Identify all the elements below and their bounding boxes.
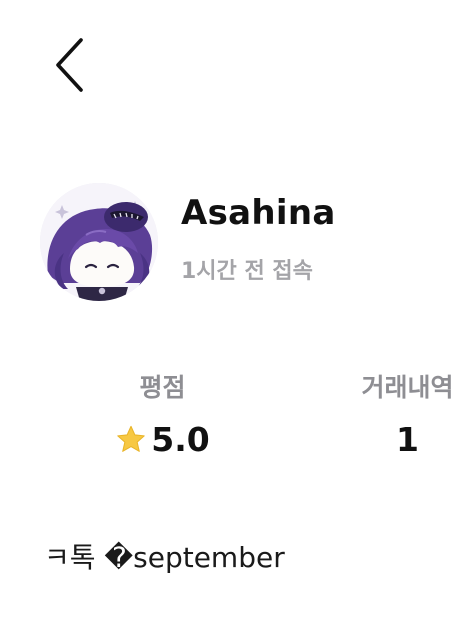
rating-label: 평점 bbox=[139, 373, 186, 402]
back-button[interactable] bbox=[40, 30, 100, 100]
chevron-left-icon bbox=[56, 38, 83, 92]
rating-stat[interactable]: 평점 5.0 bbox=[100, 370, 225, 460]
username: Asahina bbox=[181, 193, 336, 233]
bio-text: ㅋ톡 �september bbox=[44, 541, 285, 574]
last-seen-status: 1시간 전 접속 bbox=[181, 259, 313, 284]
trade-history-value-row: 1 bbox=[340, 420, 467, 460]
trade-history-label: 거래내역 bbox=[361, 373, 454, 402]
trade-history-stat[interactable]: 거래내역 1 bbox=[340, 370, 467, 460]
rating-value-row: 5.0 bbox=[100, 420, 225, 460]
character-avatar-image bbox=[40, 183, 158, 301]
profile-page: Asahina 1시간 전 접속 평점 5.0 거래내역 1 ㅋ톡 �septe… bbox=[0, 0, 467, 622]
trade-history-value: 1 bbox=[396, 420, 419, 459]
avatar[interactable] bbox=[40, 183, 158, 301]
rating-value: 5.0 bbox=[151, 420, 210, 459]
star-icon bbox=[117, 425, 145, 452]
